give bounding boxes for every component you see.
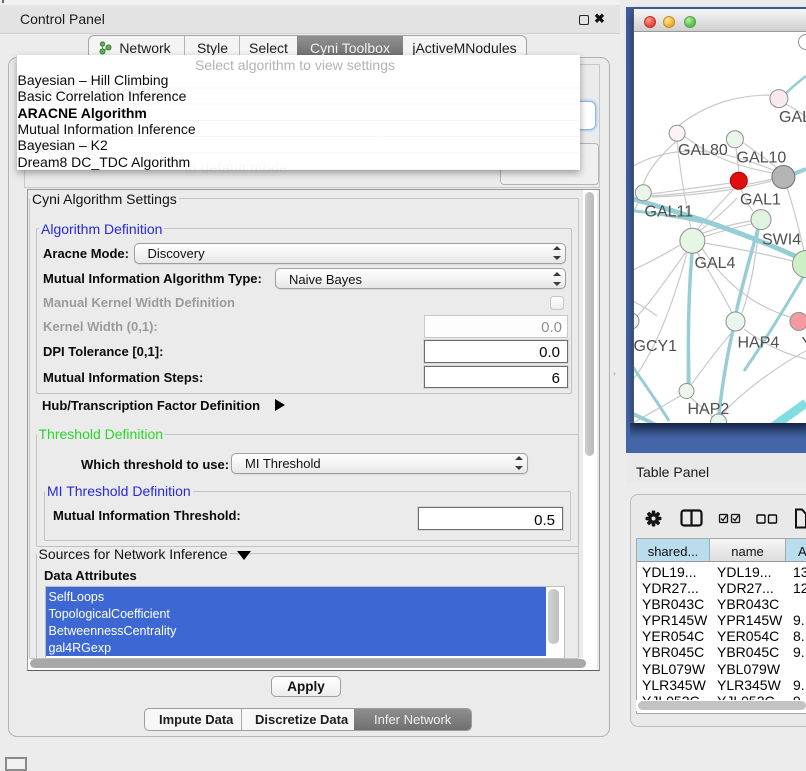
svg-text:GAL1: GAL1 bbox=[740, 192, 781, 209]
svg-text:HAP4: HAP4 bbox=[738, 335, 780, 352]
svg-text:SWI4: SWI4 bbox=[762, 232, 801, 249]
svg-text:GAL4: GAL4 bbox=[695, 255, 736, 272]
svg-text:GAL80: GAL80 bbox=[678, 142, 728, 159]
svg-text:GAL10: GAL10 bbox=[737, 150, 787, 167]
svg-text:GCY1: GCY1 bbox=[634, 338, 677, 355]
svg-text:Y: Y bbox=[802, 335, 806, 352]
svg-text:GAL11: GAL11 bbox=[645, 203, 694, 220]
svg-text:HAP2: HAP2 bbox=[688, 401, 730, 418]
svg-text:GAL: GAL bbox=[779, 109, 806, 126]
